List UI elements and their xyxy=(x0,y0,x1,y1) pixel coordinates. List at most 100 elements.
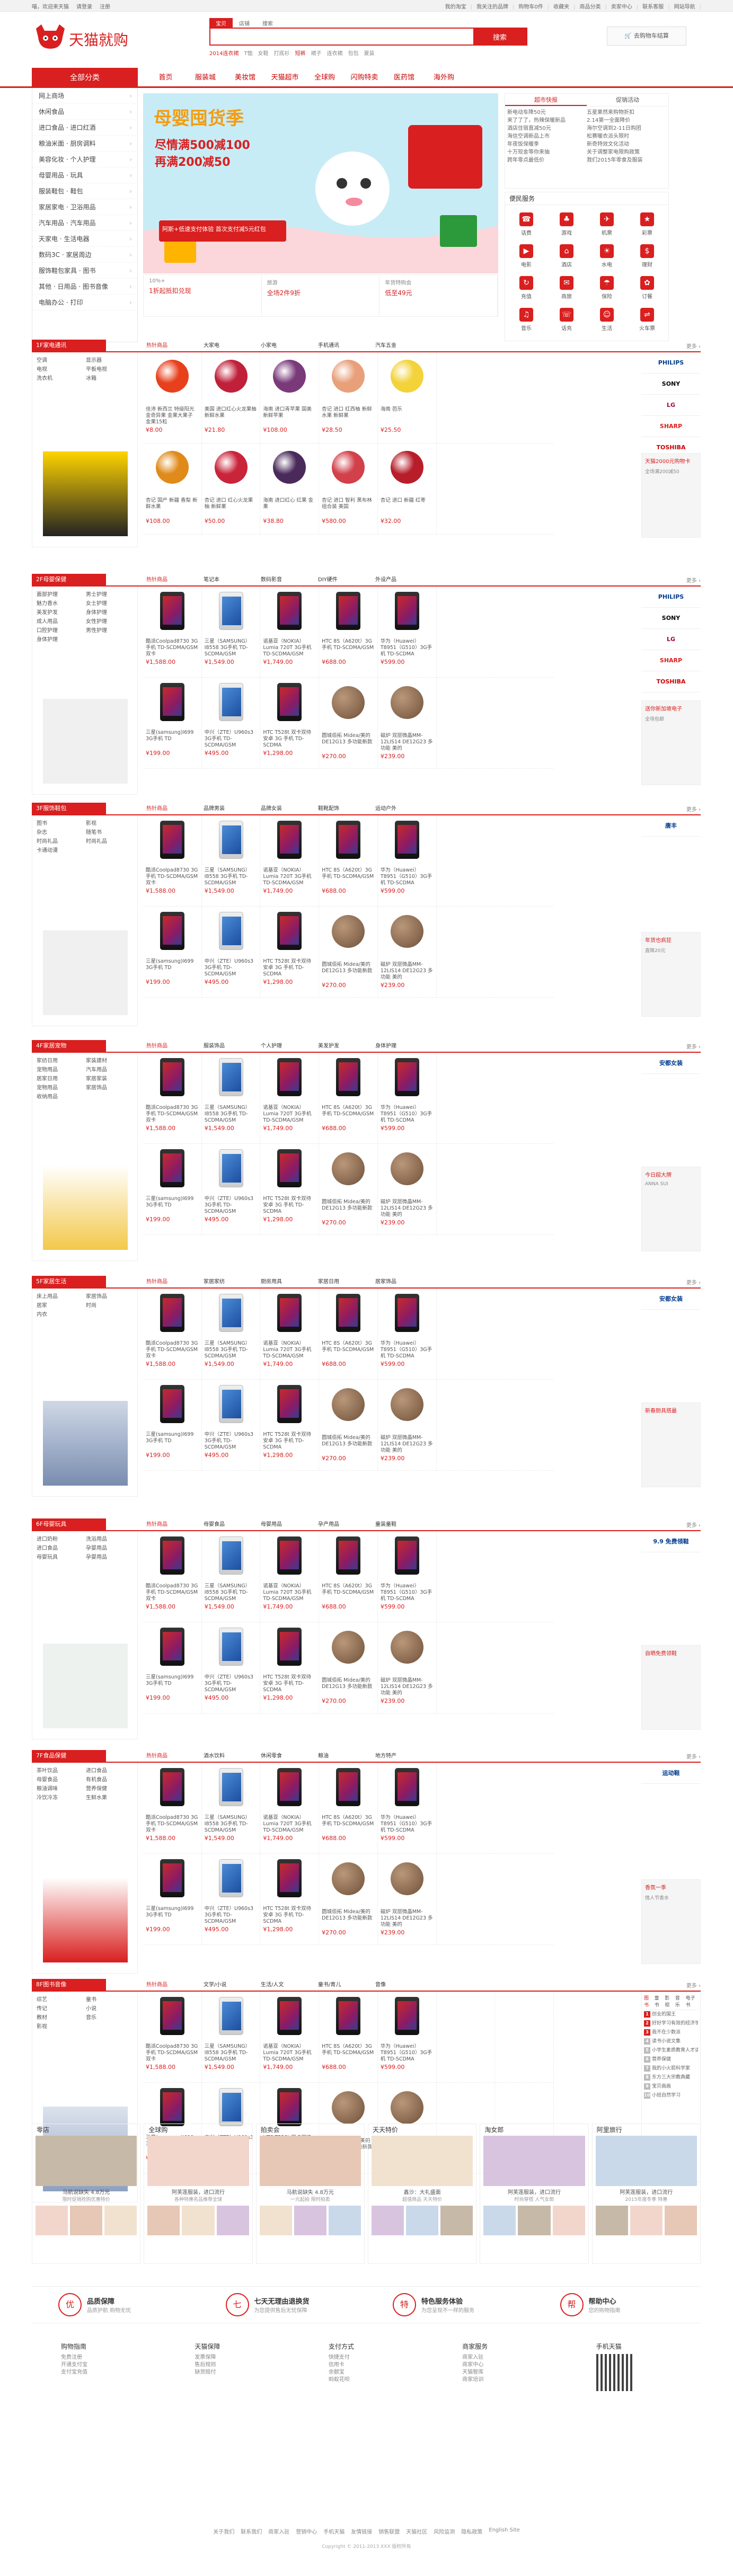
product-card[interactable] xyxy=(436,1053,496,1144)
more-link[interactable]: 更多 › xyxy=(686,1752,701,1760)
top-link[interactable]: 我的淘宝 xyxy=(445,2,472,10)
channel-thumb[interactable] xyxy=(518,2206,551,2235)
floor-link[interactable]: 男性护理 xyxy=(86,626,133,634)
floor-tab[interactable]: 汽车五金 xyxy=(372,341,429,351)
top-link[interactable]: 收藏夹 xyxy=(553,2,575,10)
more-link[interactable]: 更多 › xyxy=(686,342,701,350)
floor-link[interactable]: 内衣 xyxy=(37,1310,84,1318)
service-item[interactable]: ♫ 音乐 xyxy=(507,305,545,334)
floor-link[interactable]: 有机食品 xyxy=(86,1775,133,1783)
floor-link[interactable]: 洗衣机 xyxy=(37,374,84,381)
channel-card[interactable]: 淘女郎 阿芙莲服装，进口流行 时尚穿搭 人气女郎 xyxy=(480,2124,589,2264)
product-card[interactable]: 磁炉 双层微晶MM-12LIS14 DE12G23 多功能 美的 ¥239.00 xyxy=(377,1622,437,1713)
product-card[interactable]: 酷派Coolpad8730 3G手机 TD-SCDMA/GSM 双卡 ¥1,588… xyxy=(143,587,202,678)
product-card[interactable]: 诺基亚（NOKIA）Lumia 720T 3G手机 TD-SCDMA/GSM ¥1… xyxy=(260,1053,320,1144)
nav-item[interactable]: 全球购 xyxy=(305,68,345,88)
product-card[interactable] xyxy=(495,1289,554,1380)
product-card[interactable]: 诺基亚（NOKIA）Lumia 720T 3G手机 TD-SCDMA/GSM ¥1… xyxy=(260,1992,320,2083)
hero-banner[interactable]: 母婴囤货季 尽情满500减100 再满200减50 阿斯+低速支付体验 首次支付… xyxy=(143,93,498,273)
channel-thumb[interactable] xyxy=(70,2206,103,2235)
floor-tab[interactable]: 家居日用 xyxy=(315,1277,372,1287)
channel-thumb[interactable] xyxy=(406,2206,439,2235)
help-link[interactable]: 发票保障 xyxy=(195,2354,299,2361)
nav-item[interactable]: 美妆馆 xyxy=(225,68,265,88)
brand-logo[interactable]: SONY xyxy=(641,374,701,395)
floor-tab[interactable]: 运动户外 xyxy=(372,804,429,814)
hot-word-link[interactable]: 包包 xyxy=(348,49,359,57)
product-card[interactable]: 酷派Coolpad8730 3G手机 TD-SCDMA/GSM 双卡 ¥1,588… xyxy=(143,1053,202,1144)
floor-link[interactable]: 女性护理 xyxy=(86,617,133,625)
ranking-item[interactable]: 2 好好学习有效的经济学 xyxy=(644,2019,698,2028)
ranking-item[interactable]: 3 我不在少数派 xyxy=(644,2028,698,2037)
ranking-item[interactable]: 10 小班自然学习 xyxy=(644,2091,698,2100)
brand-logo[interactable]: SHARP xyxy=(641,650,701,671)
product-card[interactable]: 海南 芭乐 ¥25.50 xyxy=(377,352,437,443)
footer-link[interactable]: 营销中心 xyxy=(296,2527,317,2535)
floor-link[interactable]: 显示器 xyxy=(86,356,133,363)
product-card[interactable] xyxy=(436,1289,496,1380)
footer-link[interactable]: 关于我们 xyxy=(213,2527,234,2535)
service-item[interactable]: ☂ 保险 xyxy=(588,273,626,303)
more-link[interactable]: 更多 › xyxy=(686,1521,701,1529)
hot-word-link[interactable]: 短裤 xyxy=(295,49,306,57)
floor-link[interactable]: 女士护理 xyxy=(86,599,133,607)
product-card[interactable]: 华为（Huawei）T8951（G510）3G手机 TD-SCDMA ¥599.0… xyxy=(377,587,437,678)
ranking-tab[interactable]: 音乐 xyxy=(675,1994,684,2008)
footer-link[interactable]: 天猫社区 xyxy=(406,2527,427,2535)
product-card[interactable]: 三星(samsung)I699 3G手机 TD ¥199.00 xyxy=(143,1144,202,1235)
search-tab[interactable]: 店铺 xyxy=(233,18,256,28)
footer-link[interactable]: 隐私政策 xyxy=(461,2527,482,2535)
brand-logo[interactable]: 安都女装 xyxy=(641,1053,701,1074)
floor-link[interactable]: 美发护发 xyxy=(37,608,84,616)
floor-feature-image[interactable] xyxy=(43,1401,128,1486)
ranking-tab[interactable]: 童书 xyxy=(655,1994,663,2008)
floor-link[interactable]: 电视 xyxy=(37,365,84,372)
nav-item[interactable]: 首页 xyxy=(146,68,186,88)
floor-link[interactable]: 影视 xyxy=(37,2022,84,2030)
channel-thumb[interactable] xyxy=(595,2206,628,2235)
floor-feature-image[interactable] xyxy=(43,1644,128,1728)
help-link[interactable]: 余额宝 xyxy=(329,2369,433,2376)
help-link[interactable]: 天猫智库 xyxy=(462,2369,567,2376)
product-card[interactable] xyxy=(495,1053,554,1144)
brand-logo[interactable]: SONY xyxy=(641,608,701,629)
channel-thumb[interactable] xyxy=(147,2206,180,2235)
product-card[interactable] xyxy=(495,1380,554,1471)
top-link[interactable]: 卖家中心 xyxy=(611,2,638,10)
channel-card[interactable]: 阿里旅行 阿芙莲服装，进口流行 2015年度冬季 特惠 xyxy=(591,2124,701,2264)
floor-feature-image[interactable] xyxy=(43,930,128,1015)
sidebar-category-item[interactable]: 天家电 · 生活电器 xyxy=(32,231,137,247)
product-card[interactable]: 三星（SAMSUNG）I8558 3G手机 TD-SCDMA/GSM ¥1,549… xyxy=(201,1763,261,1854)
floor-link[interactable]: 粮油调味 xyxy=(37,1784,84,1792)
channel-card[interactable]: 天天特价 鑫沙：大礼盛面 超值商品 天天特价 xyxy=(367,2124,477,2264)
floor-tab[interactable]: 品牌女装 xyxy=(258,804,315,814)
floor-link[interactable]: 时尚礼品 xyxy=(86,837,133,845)
product-card[interactable]: 三星（SAMSUNG）I8558 3G手机 TD-SCDMA/GSM ¥1,549… xyxy=(201,1992,261,2083)
floor-tab[interactable]: 休闲零食 xyxy=(258,1751,315,1762)
product-card[interactable]: 三星（SAMSUNG）I8558 3G手机 TD-SCDMA/GSM ¥1,549… xyxy=(201,1531,261,1622)
help-link[interactable]: 蚂蚁花呗 xyxy=(329,2376,433,2384)
product-card[interactable]: 三星(samsung)I699 3G手机 TD ¥199.00 xyxy=(143,678,202,769)
floor-tab[interactable]: 童装童鞋 xyxy=(372,1520,429,1530)
floor-link[interactable]: 成人用品 xyxy=(37,617,84,625)
floor-link[interactable]: 男士护理 xyxy=(86,590,133,598)
floor-link[interactable]: 冷饮冷冻 xyxy=(37,1793,84,1801)
product-card[interactable]: 诺基亚（NOKIA）Lumia 720T 3G手机 TD-SCDMA/GSM ¥1… xyxy=(260,1289,320,1380)
floor-tab[interactable]: 热针商品 xyxy=(143,1520,200,1530)
floor-tab[interactable]: 热针商品 xyxy=(143,1041,200,1052)
channel-thumb[interactable] xyxy=(294,2206,326,2235)
news-link[interactable]: 跨年零点最低价 xyxy=(507,156,587,164)
product-card[interactable]: 三星（SAMSUNG）I8558 3G手机 TD-SCDMA/GSM ¥1,549… xyxy=(201,1053,261,1144)
news-tab[interactable]: 超市快报 xyxy=(505,94,587,106)
product-card[interactable]: 酷派Coolpad8730 3G手机 TD-SCDMA/GSM 双卡 ¥1,588… xyxy=(143,1992,202,2083)
channel-thumb[interactable] xyxy=(36,2206,68,2235)
product-card[interactable]: 诺基亚（NOKIA）Lumia 720T 3G手机 TD-SCDMA/GSM ¥1… xyxy=(260,1531,320,1622)
floor-tab[interactable]: 热针商品 xyxy=(143,1751,200,1762)
product-card[interactable]: HTC T528t 双卡双待安卓 3G 手机 TD-SCDMA ¥1,298.00 xyxy=(260,1854,320,1945)
floor-tab[interactable]: 热针商品 xyxy=(143,1277,200,1287)
floor-tab[interactable]: 个人护理 xyxy=(258,1041,315,1052)
footer-link[interactable]: 销售联盟 xyxy=(378,2527,400,2535)
channel-thumb[interactable] xyxy=(552,2206,585,2235)
product-card[interactable] xyxy=(436,443,496,535)
cart-button[interactable]: 🛒 去购物车结算 xyxy=(607,26,686,46)
